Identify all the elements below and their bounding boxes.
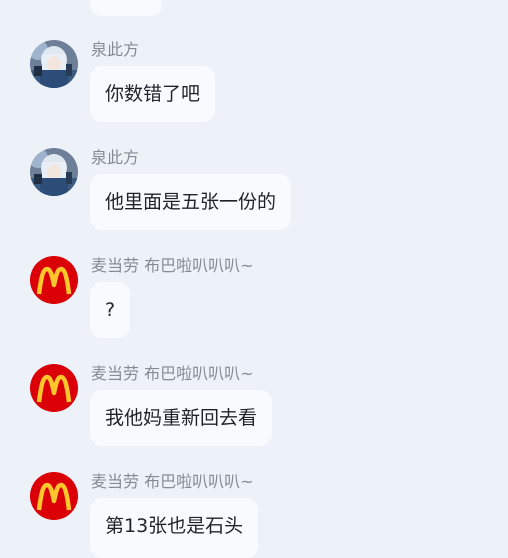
sender-name[interactable]: 麦当劳 布巴啦叭叭叭~ [91, 256, 254, 276]
sender-name[interactable]: 麦当劳 布巴啦叭叭叭~ [91, 364, 254, 384]
message-bubble[interactable]: 你数错了吧 [90, 66, 216, 122]
sender-name[interactable]: 麦当劳 布巴啦叭叭叭~ [91, 472, 254, 492]
mcdonalds-logo-icon[interactable] [30, 256, 78, 304]
anime-avatar-icon[interactable] [30, 40, 78, 88]
anime-avatar-icon[interactable] [30, 148, 78, 196]
mcdonalds-logo-icon[interactable] [30, 472, 78, 520]
chat-message-list[interactable]: 泉此方 你数错了吧 泉此方 他里面是五张一份的 麦当劳 布巴啦叭叭叭~ ? 麦当… [0, 0, 508, 558]
sender-name[interactable]: 泉此方 [91, 148, 139, 168]
mcdonalds-logo-icon[interactable] [30, 364, 78, 412]
message-bubble-partial[interactable] [90, 0, 162, 16]
message-bubble[interactable]: ? [90, 282, 131, 338]
message-bubble[interactable]: 他里面是五张一份的 [90, 174, 292, 230]
message-bubble[interactable]: 我他妈重新回去看 [90, 390, 273, 446]
message-bubble[interactable]: 第13张也是石头 [90, 498, 259, 558]
sender-name[interactable]: 泉此方 [91, 40, 139, 60]
